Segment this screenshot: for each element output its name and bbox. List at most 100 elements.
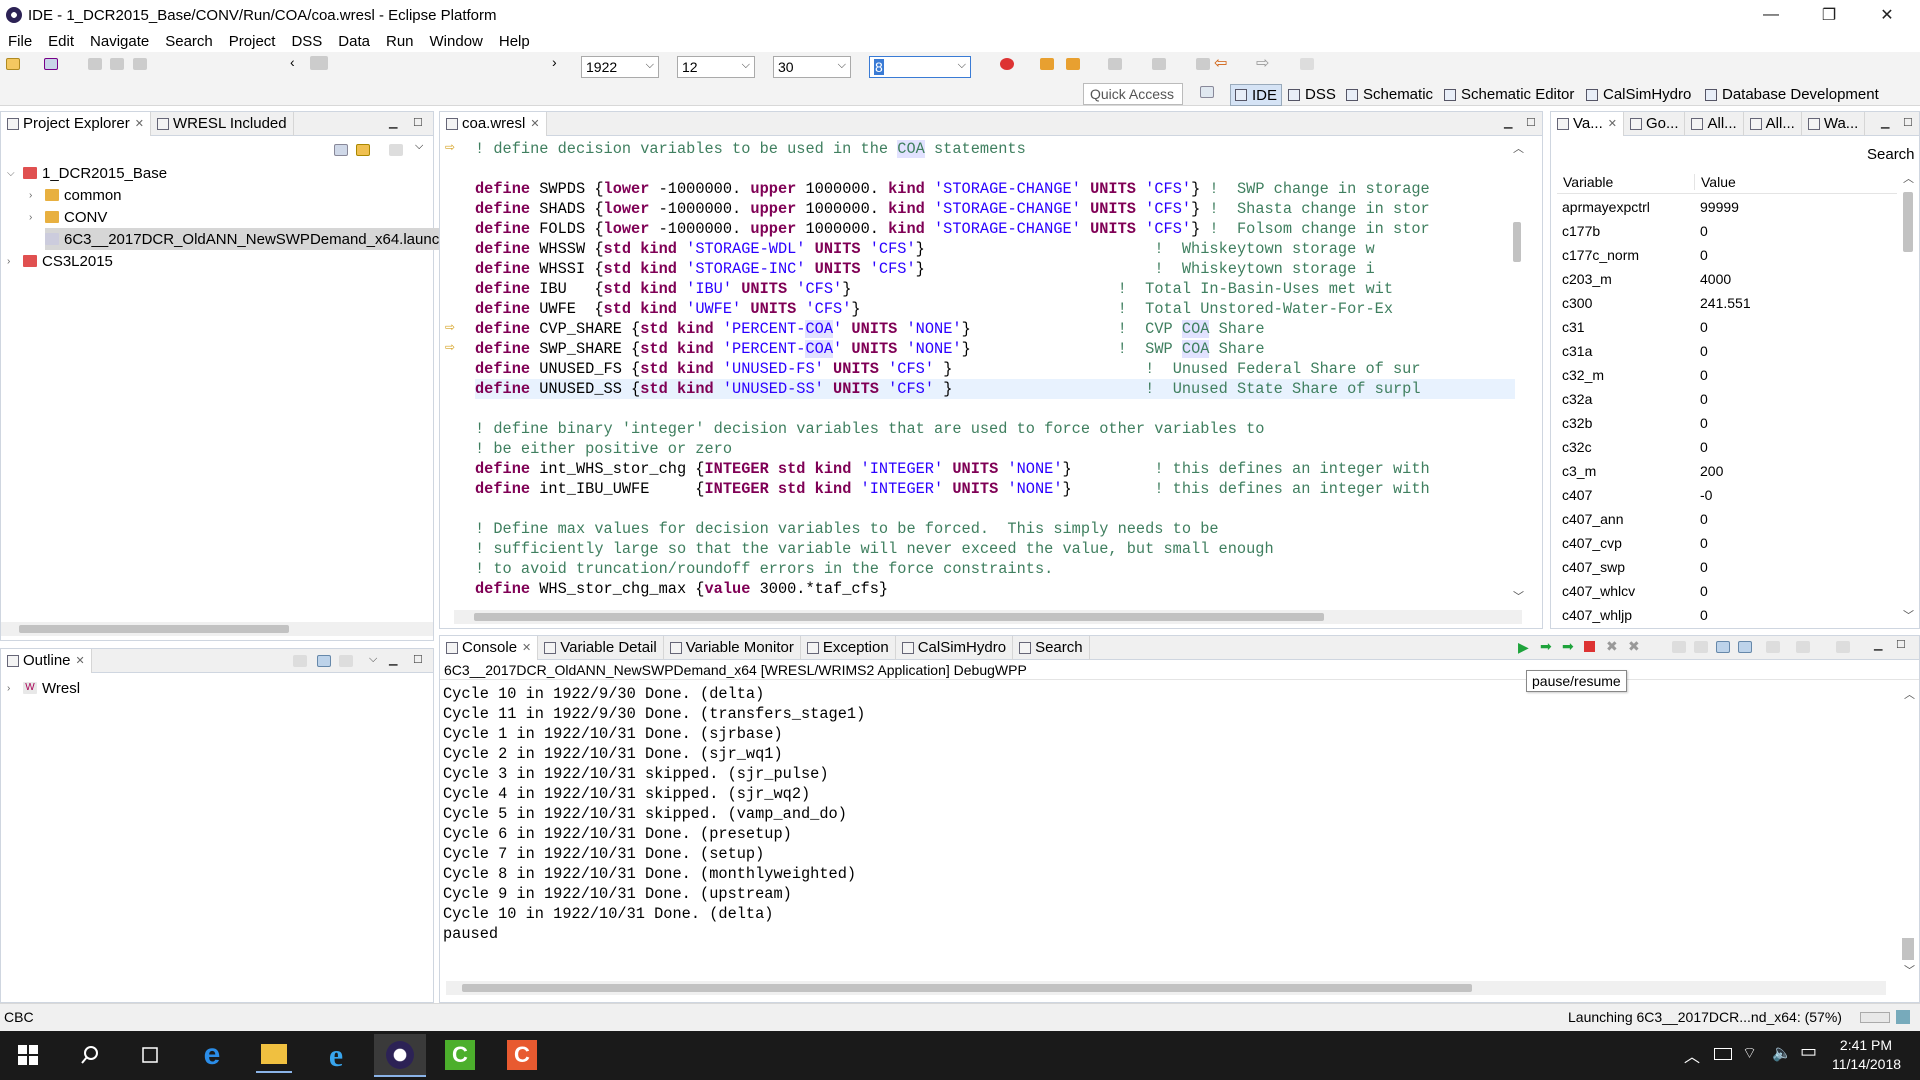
toolbar-scroll-left-icon[interactable]: ‹ bbox=[290, 54, 295, 70]
code-line[interactable]: ! define binary 'integer' decision varia… bbox=[475, 419, 1264, 439]
scroll-up-icon[interactable]: ︿ bbox=[1903, 170, 1914, 186]
maximize-view-icon[interactable]: ☐ bbox=[413, 653, 423, 666]
resume-icon[interactable]: ▶ bbox=[1518, 639, 1529, 656]
editor-vertical-scrollbar[interactable] bbox=[1513, 222, 1521, 262]
scroll-down-icon[interactable]: ﹀ bbox=[1513, 588, 1524, 604]
close-icon[interactable]: ✕ bbox=[76, 654, 85, 667]
next-annotation-icon[interactable] bbox=[1108, 58, 1122, 70]
cycle-combo[interactable]: 8 ⌵ bbox=[869, 56, 971, 78]
menu-help[interactable]: Help bbox=[499, 33, 530, 50]
open-console-icon[interactable] bbox=[1836, 641, 1850, 653]
tab-console[interactable]: Console ✕ bbox=[440, 635, 539, 660]
collapsed-icon[interactable]: › bbox=[7, 256, 19, 267]
hide-fields-icon[interactable] bbox=[293, 655, 307, 667]
code-line[interactable]: define WHS_stor_chg_max {value 3000.*taf… bbox=[475, 579, 888, 599]
task-view-button[interactable] bbox=[132, 1037, 168, 1073]
table-row[interactable]: c407_swp 0 bbox=[1556, 555, 1896, 579]
tab-goals[interactable]: Go... bbox=[1624, 111, 1686, 136]
tree-item-common[interactable]: › common bbox=[29, 184, 122, 206]
remove-launch-icon[interactable]: ✖ bbox=[1606, 638, 1618, 655]
close-button[interactable]: ✕ bbox=[1858, 0, 1916, 30]
tab-coa-wresl[interactable]: coa.wresl ✕ bbox=[440, 111, 547, 136]
explorer-horizontal-scrollbar[interactable] bbox=[1, 622, 433, 636]
alphabetical-icon[interactable] bbox=[339, 655, 353, 667]
menu-dss[interactable]: DSS bbox=[291, 33, 322, 50]
code-line[interactable]: define FOLDS {lower -1000000. upper 1000… bbox=[475, 219, 1430, 239]
variable-column-header[interactable]: Variable bbox=[1557, 173, 1695, 190]
back-icon[interactable]: ⇦ bbox=[1214, 53, 1227, 73]
maximize-view-icon[interactable]: ☐ bbox=[413, 116, 423, 129]
table-row[interactable]: c407 -0 bbox=[1556, 483, 1896, 507]
scroll-lock-icon[interactable] bbox=[1694, 641, 1708, 653]
camtasia-green-app[interactable]: C bbox=[442, 1037, 478, 1073]
perspective-calsimhydro[interactable]: CalSimHydro bbox=[1586, 86, 1691, 103]
day-combo[interactable]: 30 ⌵ bbox=[773, 56, 851, 78]
scroll-up-icon[interactable]: ︿ bbox=[1513, 140, 1524, 156]
outline-item-wresl[interactable]: › W Wresl bbox=[7, 677, 80, 699]
table-row[interactable]: c32b 0 bbox=[1556, 411, 1896, 435]
forward-icon[interactable]: ⇨ bbox=[1256, 53, 1269, 73]
code-line[interactable]: ! be either positive or zero bbox=[475, 439, 732, 459]
minimize-view-icon[interactable]: ▁ bbox=[1881, 116, 1889, 129]
camtasia-orange-app[interactable]: C bbox=[504, 1037, 540, 1073]
taskbar-clock[interactable]: 2:41 PM 11/14/2018 bbox=[1832, 1036, 1901, 1074]
console-horizontal-scrollbar[interactable] bbox=[446, 981, 1886, 995]
scroll-down-icon[interactable]: ﹀ bbox=[1903, 607, 1914, 623]
battery-icon[interactable] bbox=[1714, 1048, 1732, 1060]
minimize-view-icon[interactable]: ▁ bbox=[1504, 116, 1512, 129]
code-line[interactable]: define UNUSED_FS {std kind 'UNUSED-FS' U… bbox=[475, 359, 1421, 379]
tree-item-cs3l2015[interactable]: › CS3L2015 bbox=[7, 250, 113, 272]
table-row[interactable]: c300 241.551 bbox=[1556, 291, 1896, 315]
tab-variable-detail[interactable]: Variable Detail bbox=[538, 635, 664, 660]
table-row[interactable]: c31a 0 bbox=[1556, 339, 1896, 363]
quick-access-input[interactable]: Quick Access bbox=[1083, 83, 1183, 105]
maximize-view-icon[interactable]: ☐ bbox=[1896, 638, 1906, 651]
tab-wresl-included[interactable]: WRESL Included bbox=[151, 111, 294, 136]
open-perspective-icon[interactable] bbox=[1200, 86, 1214, 98]
collapsed-icon[interactable]: › bbox=[29, 212, 41, 223]
ie-app[interactable]: e bbox=[318, 1037, 354, 1073]
expanded-icon[interactable]: ⌵ bbox=[7, 168, 19, 179]
menu-file[interactable]: File bbox=[8, 33, 32, 50]
code-line[interactable]: ! Define max values for decision variabl… bbox=[475, 519, 1219, 539]
pin-console-icon[interactable] bbox=[1766, 641, 1780, 653]
code-line[interactable]: define UWFE {std kind 'UWFE' UNITS 'CFS'… bbox=[475, 299, 1393, 319]
console-vertical-scrollbar[interactable] bbox=[1902, 938, 1914, 960]
code-line[interactable]: define SWP_SHARE {std kind 'PERCENT-COA'… bbox=[475, 339, 1265, 359]
table-row[interactable]: c177c_norm 0 bbox=[1556, 243, 1896, 267]
tab-search[interactable]: Search bbox=[1013, 635, 1090, 660]
code-line[interactable]: ! to avoid truncation/roundoff errors in… bbox=[475, 559, 1053, 579]
step-over-icon[interactable]: ➡ bbox=[1540, 638, 1552, 655]
scrollbar-thumb[interactable] bbox=[462, 984, 1472, 992]
scroll-down-icon[interactable]: ﹀ bbox=[1904, 962, 1915, 978]
tree-item-conv[interactable]: › CONV bbox=[29, 206, 107, 228]
scrollbar-thumb[interactable] bbox=[19, 625, 289, 633]
perspective-database-development[interactable]: Database Development bbox=[1705, 86, 1879, 103]
external-tools-icon[interactable] bbox=[1066, 58, 1080, 70]
minimize-button[interactable]: — bbox=[1742, 0, 1800, 30]
table-row[interactable]: c31 0 bbox=[1556, 315, 1896, 339]
new-icon[interactable] bbox=[6, 58, 20, 70]
last-edit-icon[interactable] bbox=[1196, 58, 1210, 70]
perspective-ide[interactable]: IDE bbox=[1230, 84, 1283, 106]
table-row[interactable]: c32a 0 bbox=[1556, 387, 1896, 411]
view-menu-icon[interactable]: ⌵ bbox=[415, 140, 423, 153]
terminate-icon[interactable] bbox=[1584, 641, 1595, 652]
collapsed-icon[interactable]: › bbox=[7, 683, 19, 694]
save-icon[interactable] bbox=[88, 58, 102, 70]
editor-horizontal-scrollbar[interactable] bbox=[454, 610, 1522, 624]
show-stderr-icon[interactable] bbox=[1738, 641, 1752, 653]
code-line[interactable]: define WHSSW {std kind 'STORAGE-WDL' UNI… bbox=[475, 239, 1375, 259]
file-explorer-app[interactable] bbox=[256, 1037, 292, 1073]
perspective-schematic-editor[interactable]: Schematic Editor bbox=[1444, 86, 1574, 103]
table-row[interactable]: c407_cvp 0 bbox=[1556, 531, 1896, 555]
table-row[interactable]: c32_m 0 bbox=[1556, 363, 1896, 387]
menu-run[interactable]: Run bbox=[386, 33, 414, 50]
table-row[interactable]: c3_m 200 bbox=[1556, 459, 1896, 483]
month-combo[interactable]: 12 ⌵ bbox=[677, 56, 755, 78]
pin-icon[interactable] bbox=[1300, 58, 1314, 70]
display-console-icon[interactable] bbox=[1796, 641, 1810, 653]
edge-app[interactable]: e bbox=[194, 1037, 230, 1073]
clear-console-icon[interactable] bbox=[1672, 641, 1686, 653]
menu-navigate[interactable]: Navigate bbox=[90, 33, 149, 50]
